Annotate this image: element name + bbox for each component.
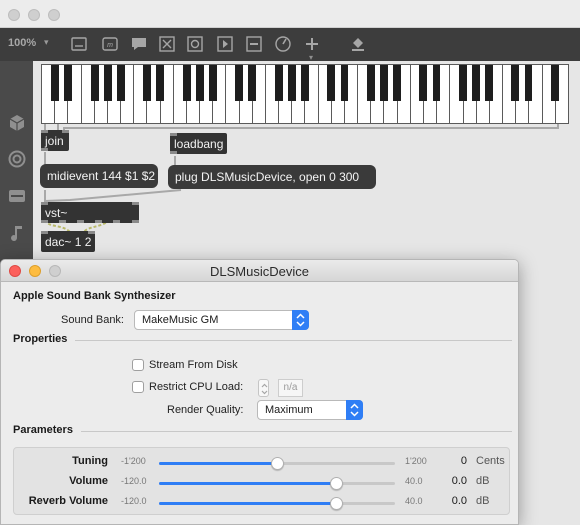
parameter-name: Volume (69, 475, 108, 487)
midievent-message[interactable]: midievent 144 $1 $2 (40, 164, 158, 188)
join-object-label: join (45, 134, 64, 148)
parameters-panel: Tuning -1'200 1'200 0 Cents Volume -120.0 40.0 0… (13, 447, 510, 515)
parameter-slider[interactable] (159, 477, 395, 490)
parameter-max-label: 1'200 (405, 456, 427, 466)
slider-knob[interactable] (330, 477, 343, 490)
stream-from-disk-checkbox[interactable] (132, 359, 144, 371)
parameter-slider[interactable] (159, 497, 395, 510)
parameter-name: Reverb Volume (28, 495, 108, 507)
loadbang-object-label: loadbang (174, 137, 224, 151)
object-outlet[interactable] (77, 220, 84, 223)
divider (75, 340, 512, 341)
divider (81, 431, 512, 432)
sound-bank-label: Sound Bank: (61, 314, 124, 326)
plugin-window: DLSMusicDevice Apple Sound Bank Synthesi… (0, 259, 519, 525)
synth-name: Apple Sound Bank Synthesizer (13, 290, 176, 302)
sound-bank-popup[interactable]: MakeMusic GM (134, 310, 309, 330)
plugin-window-title: DLSMusicDevice (210, 264, 309, 279)
restrict-cpu-checkbox[interactable] (132, 381, 144, 393)
object-inlet[interactable] (41, 202, 48, 205)
object-inlet[interactable] (88, 231, 95, 234)
object-outlet[interactable] (132, 220, 139, 223)
object-outlet[interactable] (41, 220, 48, 223)
chevron-updown-icon (292, 310, 309, 330)
object-inlet[interactable] (170, 133, 177, 136)
midievent-message-label: midievent 144 $1 $2 (47, 169, 156, 183)
parameter-min-label: -120.0 (121, 476, 147, 486)
parameter-row: Tuning -1'200 1'200 0 Cents (14, 453, 509, 471)
parameter-value[interactable]: 0.0 (452, 495, 467, 507)
parameter-name: Tuning (72, 455, 108, 467)
object-outlet[interactable] (95, 220, 102, 223)
object-outlet[interactable] (113, 220, 120, 223)
restrict-cpu-stepper[interactable] (258, 379, 269, 397)
parameter-unit: dB (476, 475, 490, 487)
parameter-row: Volume -120.0 40.0 0.0 dB (14, 473, 509, 491)
slider-knob[interactable] (271, 457, 284, 470)
slider-fill (159, 462, 277, 465)
object-outlet[interactable] (41, 148, 48, 151)
chevron-updown-icon (346, 400, 363, 420)
object-inlet[interactable] (41, 231, 48, 234)
render-quality-popup[interactable]: Maximum (257, 400, 363, 420)
plug-message[interactable]: plug DLSMusicDevice, open 0 300 (168, 165, 376, 189)
vst-object-label: vst~ (45, 206, 68, 220)
object-inlet[interactable] (62, 130, 69, 133)
parameter-min-label: -1'200 (121, 456, 146, 466)
loadbang-object[interactable]: loadbang (170, 133, 227, 154)
parameters-header: Parameters (13, 424, 73, 436)
slider-knob[interactable] (330, 497, 343, 510)
restrict-cpu-field[interactable]: n/a (278, 379, 303, 397)
object-outlet[interactable] (59, 220, 66, 223)
vst-object[interactable]: vst~ (41, 202, 139, 223)
properties-header: Properties (13, 333, 68, 345)
parameter-slider[interactable] (159, 457, 395, 470)
render-quality-value: Maximum (265, 404, 313, 416)
stream-from-disk-label: Stream From Disk (149, 359, 238, 371)
parameter-value[interactable]: 0 (461, 455, 467, 467)
object-inlet[interactable] (41, 130, 48, 133)
parameter-max-label: 40.0 (405, 496, 423, 506)
dac-object-label: dac~ 1 2 (45, 235, 92, 249)
slider-fill (159, 502, 336, 505)
parameter-unit: Cents (476, 455, 505, 467)
render-quality-label: Render Quality: (167, 404, 244, 416)
parameter-min-label: -120.0 (121, 496, 147, 506)
parameter-value[interactable]: 0.0 (452, 475, 467, 487)
plugin-titlebar[interactable]: DLSMusicDevice (1, 260, 518, 282)
restrict-cpu-label: Restrict CPU Load: (149, 381, 244, 393)
parameter-max-label: 40.0 (405, 476, 423, 486)
dac-object[interactable]: dac~ 1 2 (41, 231, 95, 252)
object-outlet[interactable] (170, 151, 177, 154)
object-inlet[interactable] (132, 202, 139, 205)
parameter-row: Reverb Volume -120.0 40.0 0.0 dB (14, 493, 509, 511)
sound-bank-value: MakeMusic GM (142, 314, 219, 326)
parameter-unit: dB (476, 495, 490, 507)
plug-message-label: plug DLSMusicDevice, open 0 300 (175, 170, 360, 184)
join-object[interactable]: join (41, 130, 69, 151)
slider-fill (159, 482, 336, 485)
